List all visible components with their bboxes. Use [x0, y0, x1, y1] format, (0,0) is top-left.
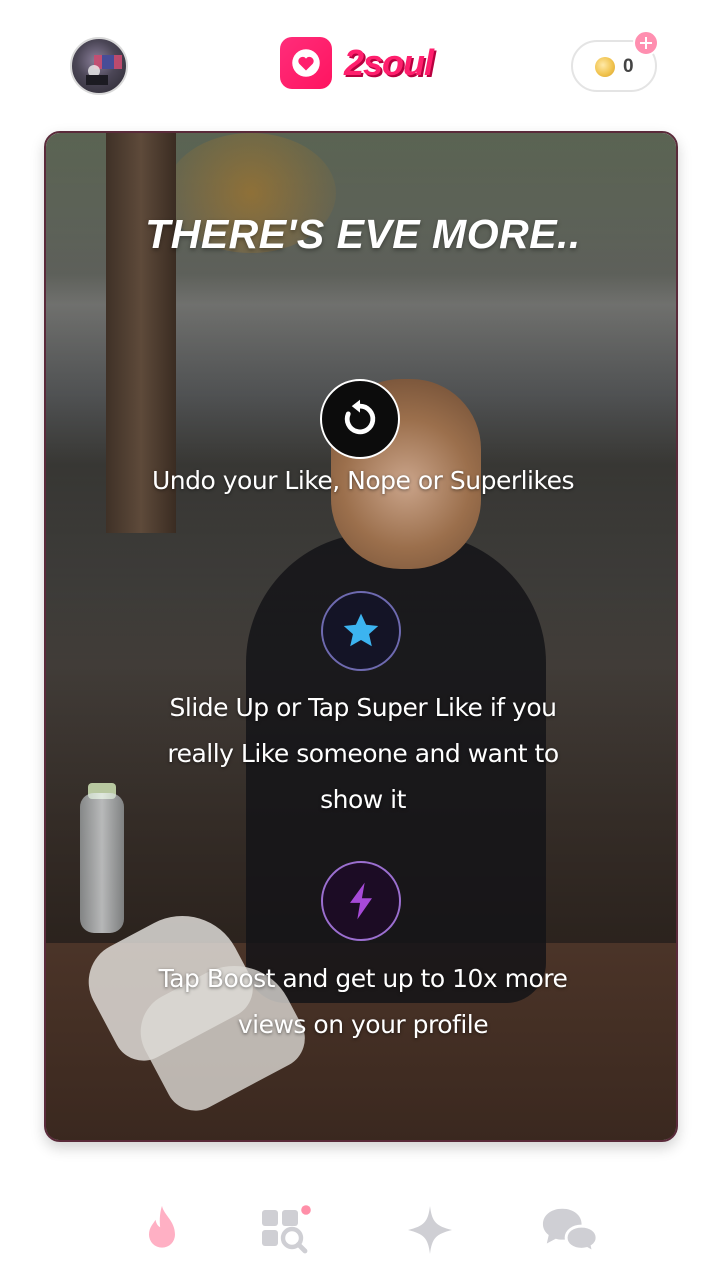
bottom-navigation: [0, 1180, 720, 1280]
top-bar: 2soul 0: [0, 0, 720, 130]
coin-count: 0: [623, 56, 634, 77]
nav-discover-tab[interactable]: [124, 1192, 200, 1268]
profile-card[interactable]: THERE'S EVE MORE.. Undo your Like, Nope …: [44, 131, 678, 1142]
boost-feature-text: Tap Boost and get up to 10x more views o…: [158, 964, 568, 1039]
heart-logo-icon: [280, 37, 332, 89]
profile-avatar[interactable]: [70, 37, 128, 95]
app-logo: 2soul: [280, 37, 434, 89]
avatar-image-icon: [86, 55, 122, 85]
add-coins-icon[interactable]: [633, 30, 659, 56]
photo-bottle: [80, 793, 124, 933]
sparkle-icon: [408, 1206, 452, 1254]
tutorial-headline: THERE'S EVE MORE..: [145, 211, 581, 257]
coin-icon: [595, 57, 615, 77]
flame-icon: [149, 1205, 175, 1248]
chat-icon: [542, 1208, 599, 1256]
nav-chat-tab[interactable]: [532, 1192, 608, 1268]
undo-icon[interactable]: [320, 379, 400, 459]
star-icon[interactable]: [321, 591, 401, 671]
bolt-icon[interactable]: [321, 861, 401, 941]
undo-feature-text: Undo your Like, Nope or Superlikes: [152, 466, 575, 495]
nav-explore-tab[interactable]: [248, 1192, 324, 1268]
explore-icon: [262, 1205, 311, 1254]
app-logo-text: 2soul: [344, 42, 434, 83]
superlike-feature-text: Slide Up or Tap Super Like if you really…: [167, 693, 559, 814]
nav-spark-tab[interactable]: [392, 1192, 468, 1268]
